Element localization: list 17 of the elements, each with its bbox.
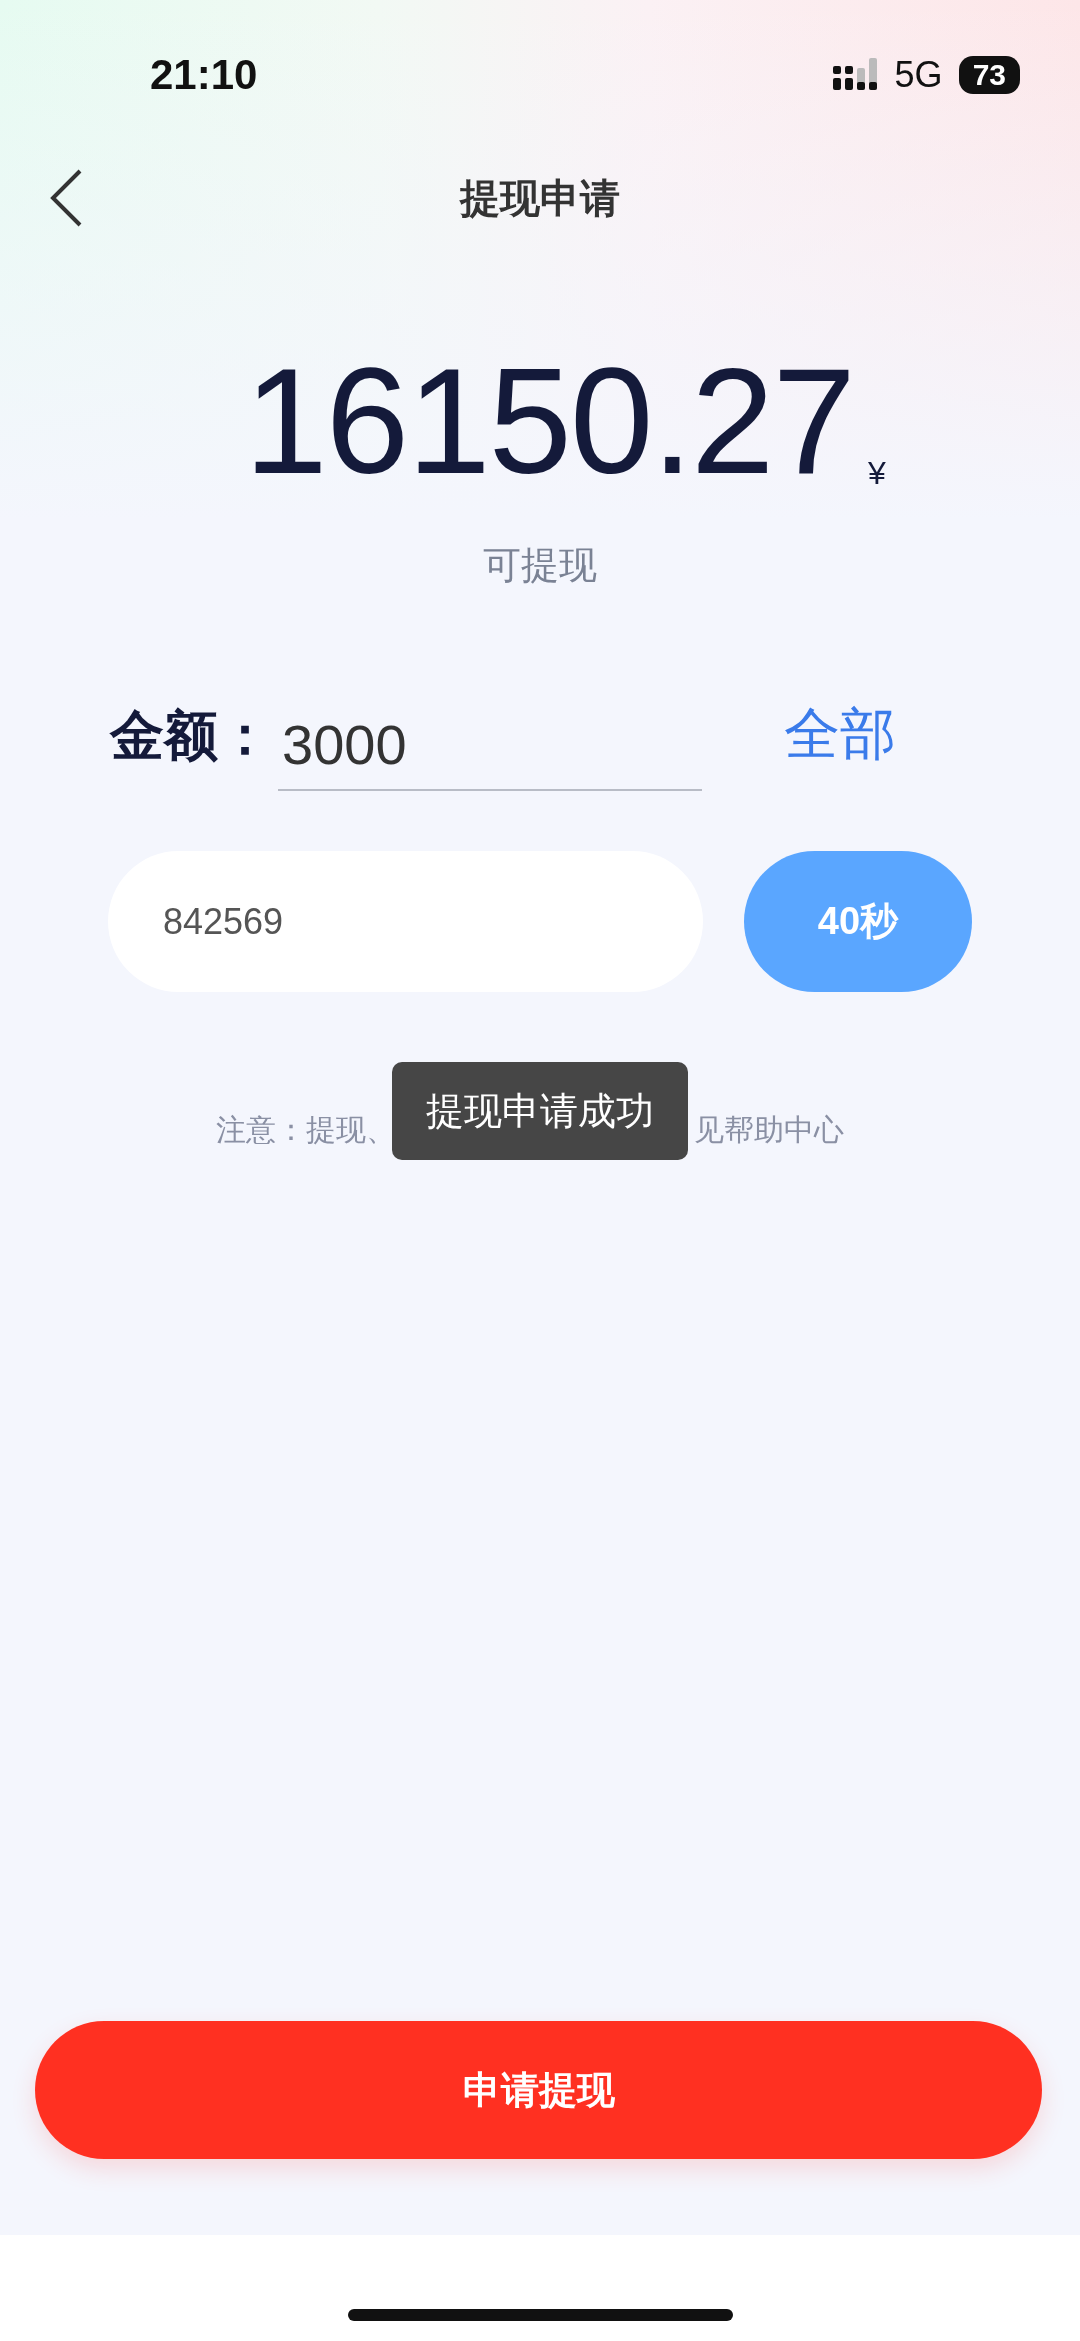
countdown-button[interactable]: 40秒: [744, 851, 972, 992]
status-time: 21:10: [150, 51, 258, 99]
page-title: 提现申请: [460, 174, 620, 222]
submit-button[interactable]: 申请提现: [35, 2021, 1042, 2159]
currency-symbol: ¥: [867, 455, 886, 493]
code-input[interactable]: 842569: [108, 851, 703, 992]
toast-message: 提现申请成功: [392, 1062, 688, 1160]
notice-text: 见帮助中心: [694, 1112, 844, 1148]
battery-icon: 73: [958, 56, 1020, 94]
back-icon[interactable]: [48, 168, 84, 228]
amount-label: 金额：: [110, 704, 272, 767]
network-label: 5G: [894, 54, 943, 96]
all-link[interactable]: 全部: [784, 697, 896, 791]
signal-icon: [832, 58, 879, 92]
balance-label: 可提现: [483, 543, 597, 588]
amount-input[interactable]: 3000: [278, 712, 702, 791]
balance-amount: 16150.27: [244, 346, 854, 496]
